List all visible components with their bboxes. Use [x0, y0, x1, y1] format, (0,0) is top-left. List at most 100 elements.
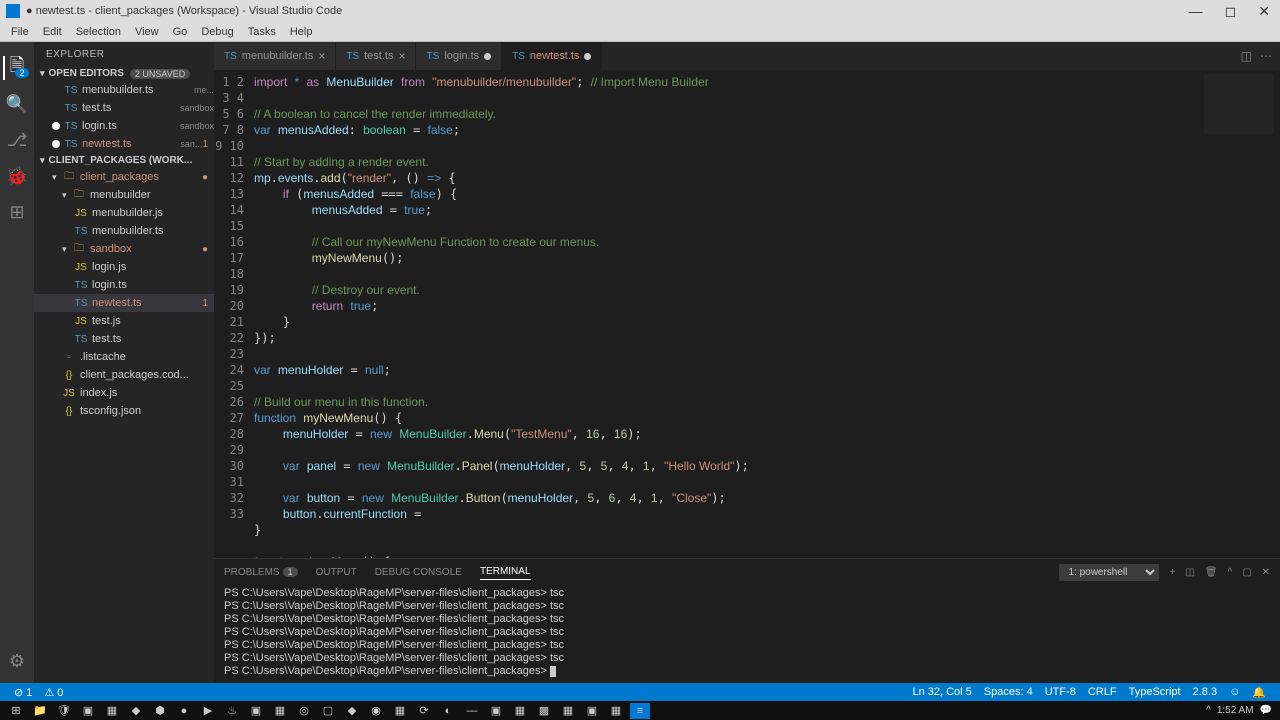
taskbar-app[interactable]: 🛡 [54, 703, 74, 719]
status-feedback-icon[interactable]: ☺ [1223, 686, 1246, 699]
status-language[interactable]: TypeScript [1123, 686, 1187, 699]
window-minimize-button[interactable]: — [1185, 3, 1207, 20]
panel-tab-debug[interactable]: DEBUG CONSOLE [375, 565, 462, 580]
taskbar-app[interactable]: ◐ [438, 703, 458, 719]
status-encoding[interactable]: UTF-8 [1039, 686, 1082, 699]
editor-tab[interactable]: TSnewtest.ts [502, 42, 602, 70]
menu-view[interactable]: View [128, 24, 166, 40]
status-indent[interactable]: Spaces: 4 [978, 686, 1039, 699]
code-area[interactable]: import * as MenuBuilder from "menubuilde… [254, 70, 1200, 558]
file-item[interactable]: TSnewtest.ts1 [34, 294, 214, 312]
open-editor-item[interactable]: TSmenubuilder.tsme... [34, 81, 214, 99]
panel-tab-problems[interactable]: PROBLEMS1 [224, 565, 298, 580]
status-errors[interactable]: ⊘ 1 [8, 686, 38, 699]
open-editors-header[interactable]: ▾ Open Editors 2 UNSAVED [34, 66, 214, 81]
terminal-select[interactable]: 1: powershell [1059, 564, 1159, 581]
taskbar-app[interactable]: ≡ [630, 703, 650, 719]
activity-extensions-icon[interactable]: ⊞ [5, 200, 29, 224]
open-editor-item[interactable]: TStest.tssandbox [34, 99, 214, 117]
taskbar-app[interactable]: ▦ [510, 703, 530, 719]
taskbar-app[interactable]: ▦ [390, 703, 410, 719]
taskbar-app[interactable]: ▶ [198, 703, 218, 719]
minimap[interactable] [1200, 70, 1280, 558]
start-button[interactable]: ⊞ [6, 703, 26, 719]
terminal-split-icon[interactable]: ◫ [1185, 567, 1194, 578]
menu-selection[interactable]: Selection [69, 24, 128, 40]
tray-time[interactable]: 1:52 AM [1217, 705, 1254, 716]
taskbar-app[interactable]: ◆ [126, 703, 146, 719]
terminal-new-icon[interactable]: + [1169, 567, 1175, 578]
taskbar-app[interactable]: ▦ [102, 703, 122, 719]
window-maximize-button[interactable]: ◻ [1221, 3, 1241, 20]
split-editor-icon[interactable]: ◫ [1241, 49, 1252, 63]
vscode-icon [6, 4, 20, 18]
status-bell-icon[interactable]: 🔔 [1246, 686, 1272, 699]
taskbar-app[interactable]: ▣ [582, 703, 602, 719]
activity-git-icon[interactable]: ⎇ [5, 128, 29, 152]
taskbar-app[interactable]: ◎ [294, 703, 314, 719]
editor-tab[interactable]: TSlogin.ts [416, 42, 502, 70]
taskbar-app[interactable]: ▢ [318, 703, 338, 719]
activity-search-icon[interactable]: 🔍 [5, 92, 29, 116]
terminal-output[interactable]: PS C:\Users\Vape\Desktop\RageMP\server-f… [214, 585, 1280, 683]
file-item[interactable]: TSmenubuilder.ts [34, 222, 214, 240]
menu-tasks[interactable]: Tasks [241, 24, 283, 40]
taskbar-app[interactable]: ⬢ [150, 703, 170, 719]
open-editor-item[interactable]: TSlogin.tssandbox [34, 117, 214, 135]
terminal-up-icon[interactable]: ^ [1227, 567, 1232, 578]
more-actions-icon[interactable]: ⋯ [1260, 49, 1272, 63]
taskbar-app[interactable]: ▣ [78, 703, 98, 719]
open-editor-item[interactable]: TSnewtest.tssan...1 [34, 135, 214, 153]
taskbar-app[interactable]: ◉ [366, 703, 386, 719]
activity-explorer-icon[interactable]: 🗎2 [3, 56, 27, 80]
file-item[interactable]: JStest.js [34, 312, 214, 330]
taskbar-app[interactable]: ◆ [342, 703, 362, 719]
taskbar-app[interactable]: ▦ [606, 703, 626, 719]
folder-item[interactable]: ▾🗀menubuilder [34, 186, 214, 204]
panel-tab-terminal[interactable]: TERMINAL [480, 564, 531, 580]
status-ts-version[interactable]: 2.8.3 [1187, 686, 1223, 699]
editor-tab[interactable]: TSmenubuilder.ts× [214, 42, 336, 70]
menu-edit[interactable]: Edit [36, 24, 69, 40]
workspace-header[interactable]: ▾ CLIENT_PACKAGES (WORK... [34, 153, 214, 168]
terminal-maximize-icon[interactable]: ▢ [1242, 567, 1251, 578]
status-warnings[interactable]: ⚠ 0 [38, 686, 69, 699]
folder-item[interactable]: ▾🗀client_packages● [34, 168, 214, 186]
tray-notifications-icon[interactable]: 💬 [1260, 705, 1272, 716]
folder-item[interactable]: ▾🗀sandbox● [34, 240, 214, 258]
taskbar-app[interactable]: ▣ [246, 703, 266, 719]
taskbar-app[interactable]: — [462, 703, 482, 719]
window-close-button[interactable]: ✕ [1254, 3, 1274, 20]
file-item[interactable]: ▫.listcache [34, 348, 214, 366]
file-item[interactable]: TStest.ts [34, 330, 214, 348]
taskbar-app[interactable]: 📁 [30, 703, 50, 719]
file-item[interactable]: JSlogin.js [34, 258, 214, 276]
menu-debug[interactable]: Debug [194, 24, 240, 40]
activity-debug-icon[interactable]: 🐞 [5, 164, 29, 188]
editor-tab[interactable]: TStest.ts× [336, 42, 416, 70]
terminal-close-icon[interactable]: ✕ [1262, 567, 1270, 578]
file-item[interactable]: {}tsconfig.json [34, 402, 214, 420]
taskbar-app[interactable]: ▣ [486, 703, 506, 719]
terminal-kill-icon[interactable]: 🗑 [1205, 567, 1218, 578]
taskbar-app[interactable]: ♨ [222, 703, 242, 719]
taskbar-app[interactable]: ▩ [534, 703, 554, 719]
menu-help[interactable]: Help [283, 24, 320, 40]
status-line-col[interactable]: Ln 32, Col 5 [906, 686, 977, 699]
panel-tab-output[interactable]: OUTPUT [316, 565, 357, 580]
taskbar-app[interactable]: ⟳ [414, 703, 434, 719]
menu-file[interactable]: File [4, 24, 36, 40]
status-bar: ⊘ 1 ⚠ 0 Ln 32, Col 5 Spaces: 4 UTF-8 CRL… [0, 683, 1280, 701]
taskbar-app[interactable]: ● [174, 703, 194, 719]
menu-go[interactable]: Go [166, 24, 195, 40]
activity-settings-icon[interactable]: ⚙ [5, 649, 29, 673]
taskbar-app[interactable]: ▦ [270, 703, 290, 719]
file-item[interactable]: JSindex.js [34, 384, 214, 402]
editor-body[interactable]: 1 2 3 4 5 6 7 8 9 10 11 12 13 14 15 16 1… [214, 70, 1280, 558]
status-eol[interactable]: CRLF [1082, 686, 1123, 699]
file-item[interactable]: JSmenubuilder.js [34, 204, 214, 222]
file-item[interactable]: TSlogin.ts [34, 276, 214, 294]
tray-chevron-icon[interactable]: ^ [1206, 705, 1211, 716]
taskbar-app[interactable]: ▦ [558, 703, 578, 719]
file-item[interactable]: {}client_packages.cod... [34, 366, 214, 384]
